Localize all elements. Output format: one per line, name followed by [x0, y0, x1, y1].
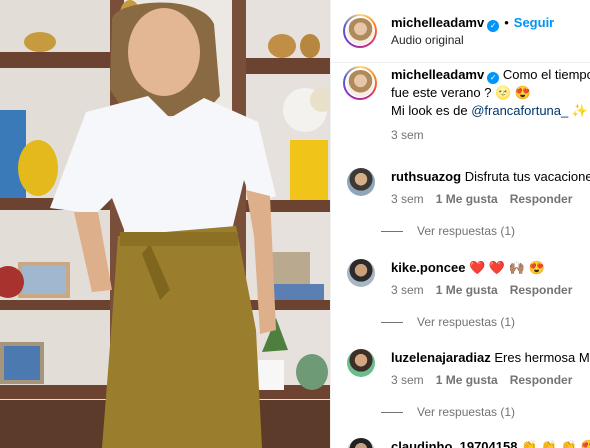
caption-line-3-suffix: ✨	[568, 103, 589, 118]
comment-likes[interactable]: 1 Me gusta	[436, 192, 498, 206]
verified-badge-icon: ✓	[487, 72, 500, 84]
caption-author-avatar-image	[346, 69, 374, 97]
view-replies-label: Ver respuestas (1)	[417, 315, 516, 329]
view-replies-label: Ver respuestas (1)	[417, 224, 516, 238]
replies-line	[381, 412, 403, 414]
replies-line	[381, 231, 403, 233]
caption-mention-link[interactable]: @francafortuna_	[471, 103, 568, 118]
commenter-username[interactable]: kike.poncee	[391, 260, 465, 275]
commenter-avatar[interactable]	[347, 259, 375, 287]
header-text: michelleadamv ✓ • Seguir Audio original	[391, 14, 554, 49]
comment-text: Eres hermosa Mich	[494, 350, 590, 365]
commenter-avatar[interactable]	[347, 349, 375, 377]
caption-line-2: fue este verano ? 🌝 😍	[391, 85, 532, 100]
reply-button[interactable]: Responder	[510, 283, 573, 297]
follow-button[interactable]: Seguir	[514, 15, 554, 30]
audio-link[interactable]: Audio original	[391, 32, 554, 49]
comment-time[interactable]: 3 sem	[391, 192, 424, 206]
commenter-username[interactable]: luzelenajaradiaz	[391, 350, 491, 365]
view-replies-button[interactable]: Ver respuestas (1)	[381, 405, 515, 419]
caption-line-1: Como el tiempo e	[502, 67, 590, 82]
commenter-avatar[interactable]	[347, 168, 375, 196]
post-photo[interactable]	[0, 0, 330, 448]
comment-text: ❤️ ❤️ 🙌🏽 😍	[469, 260, 545, 275]
separator-dot: •	[504, 14, 509, 30]
reply-button[interactable]: Responder	[510, 192, 573, 206]
verified-badge-icon: ✓	[487, 19, 500, 32]
post-image	[0, 0, 330, 448]
comments-panel: michelleadamv ✓ • Seguir Audio original mic…	[330, 0, 590, 448]
comment-likes[interactable]: 1 Me gusta	[436, 283, 498, 297]
caption-author-avatar[interactable]	[343, 66, 377, 100]
caption-username[interactable]: michelleadamv	[391, 67, 484, 82]
view-replies-button[interactable]: Ver respuestas (1)	[381, 224, 515, 238]
reply-button[interactable]: Responder	[510, 373, 573, 387]
comment-time[interactable]: 3 sem	[391, 373, 424, 387]
view-replies-label: Ver respuestas (1)	[417, 405, 516, 419]
comment-text: 👏 👏 👏 😍 👏	[521, 439, 590, 448]
post-header: michelleadamv ✓ • Seguir Audio original	[331, 0, 590, 63]
author-avatar-image	[346, 17, 374, 45]
comment-time[interactable]: 3 sem	[391, 283, 424, 297]
view-replies-button[interactable]: Ver respuestas (1)	[381, 315, 515, 329]
comment-likes[interactable]: 1 Me gusta	[436, 373, 498, 387]
commenter-username[interactable]: ruthsuazog	[391, 169, 461, 184]
caption-row: michelleadamv✓ Como el tiempo e fue este…	[343, 66, 590, 144]
caption-line-3-prefix: Mi look es de	[391, 103, 472, 118]
commenter-avatar[interactable]	[347, 438, 375, 448]
replies-line	[381, 322, 403, 324]
caption-time[interactable]: 3 sem	[391, 128, 424, 142]
commenter-username[interactable]: claudinho_19704158	[391, 439, 517, 448]
author-username[interactable]: michelleadamv	[391, 15, 484, 30]
comment-text: Disfruta tus vacaciones!	[464, 169, 590, 184]
caption-text: michelleadamv✓ Como el tiempo e fue este…	[391, 66, 590, 144]
author-avatar[interactable]	[343, 14, 377, 48]
